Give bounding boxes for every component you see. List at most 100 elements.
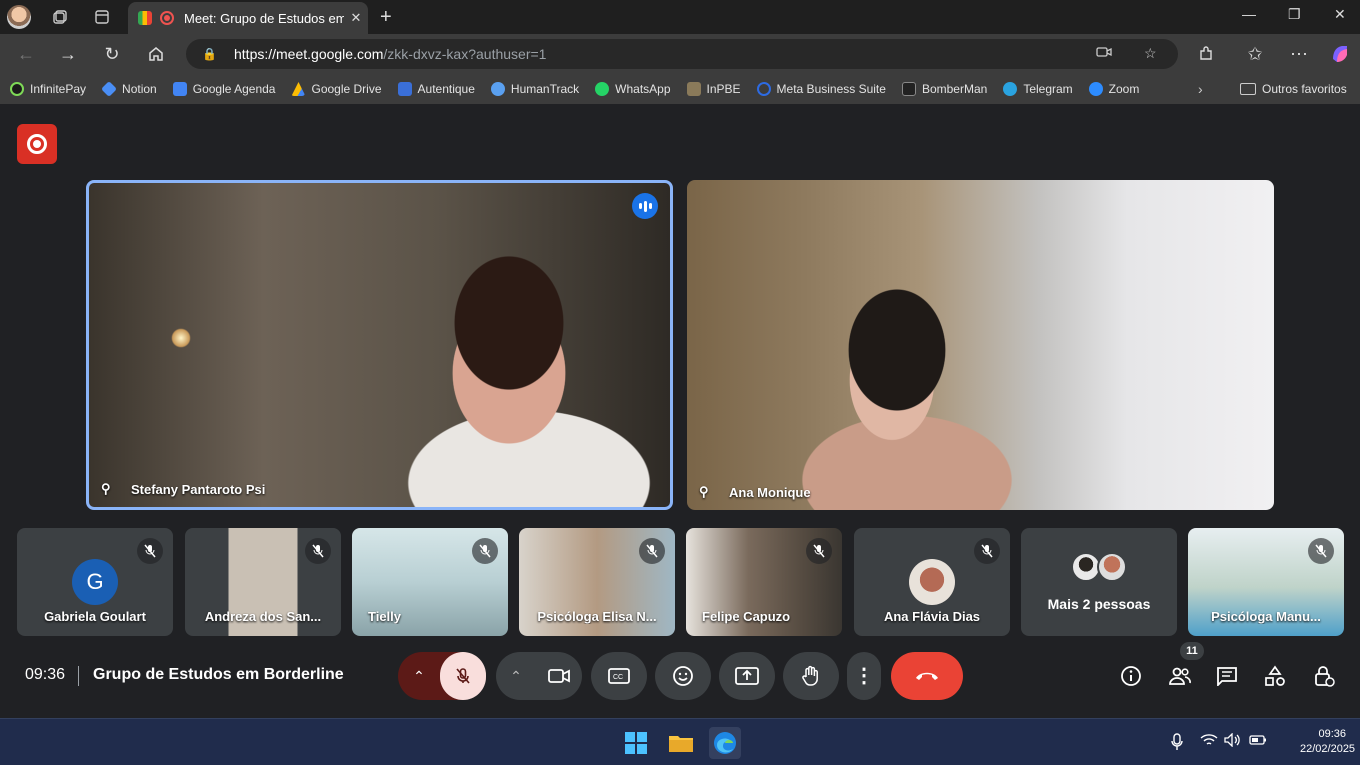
participant-name: Psicóloga Manu...: [1211, 609, 1321, 624]
zoom-icon: [1088, 82, 1103, 96]
participant-count-badge: 11: [1180, 642, 1204, 660]
avatar: [909, 559, 955, 605]
more-menu-icon[interactable]: ⋯: [1287, 42, 1311, 66]
bookmark-zoom[interactable]: Zoom: [1088, 82, 1139, 96]
participant-name: Stefany Pantaroto Psi: [131, 481, 266, 497]
clock-time: 09:36: [1318, 728, 1346, 740]
favorite-star-icon[interactable]: ☆: [1144, 45, 1157, 62]
autentique-icon: [397, 82, 412, 96]
close-window-icon[interactable]: ✕: [1334, 6, 1346, 23]
activities-icon[interactable]: [1263, 664, 1287, 688]
whatsapp-icon: [595, 82, 610, 96]
close-tab-icon[interactable]: ✕: [344, 10, 368, 26]
camera-permission-icon[interactable]: [1096, 45, 1112, 62]
camera-toggle-button[interactable]: [536, 668, 582, 684]
participant-name-tag: ⚲ Stefany Pantaroto Psi: [101, 481, 265, 497]
new-tab-icon[interactable]: +: [380, 6, 392, 29]
video-options-chevron-icon[interactable]: ⌃: [496, 668, 536, 685]
file-explorer-icon[interactable]: [665, 727, 697, 759]
participant-tile[interactable]: G Gabriela Goulart: [17, 528, 173, 636]
volume-icon[interactable]: [1224, 732, 1242, 750]
reactions-button[interactable]: [655, 652, 711, 700]
bookmarks-bar: InfinitePay Notion Google Agenda Google …: [0, 74, 1360, 104]
recording-badge[interactable]: [17, 124, 57, 164]
participant-tile[interactable]: Felipe Capuzo: [686, 528, 842, 636]
chat-icon[interactable]: [1215, 664, 1239, 688]
people-icon[interactable]: [1168, 664, 1192, 688]
system-clock[interactable]: 09:36 22/02/2025: [1300, 727, 1355, 757]
participant-tile-main[interactable]: ⚲ Stefany Pantaroto Psi: [86, 180, 673, 510]
workspaces-icon[interactable]: [50, 7, 70, 27]
mic-toggle-button[interactable]: [440, 652, 486, 700]
home-icon[interactable]: [144, 42, 168, 66]
pin-icon[interactable]: ⚲: [699, 484, 713, 500]
participant-name: Ana Monique: [729, 484, 811, 500]
participant-tile[interactable]: Ana Flávia Dias: [854, 528, 1010, 636]
raise-hand-button[interactable]: [783, 652, 839, 700]
microphone-control: ⌃: [398, 652, 486, 700]
edge-browser-icon[interactable]: [709, 727, 741, 759]
microphone-tray-icon[interactable]: [1170, 733, 1184, 754]
participant-tile[interactable]: Psicóloga Elisa N...: [519, 528, 675, 636]
extensions-icon[interactable]: [1194, 42, 1218, 66]
more-participants-label: Mais 2 pessoas: [1047, 596, 1151, 612]
bookmark-telegram[interactable]: Telegram: [1003, 82, 1073, 96]
restore-icon[interactable]: ❐: [1288, 6, 1301, 23]
favorites-icon[interactable]: ✩: [1243, 42, 1267, 66]
mic-off-icon: [456, 668, 470, 684]
participant-tile[interactable]: Andreza dos San...: [185, 528, 341, 636]
reload-icon[interactable]: ↻: [100, 42, 124, 66]
humantrack-icon: [490, 82, 505, 96]
profile-avatar[interactable]: [7, 5, 31, 29]
camera-icon: [548, 669, 570, 683]
bookmark-infinitepay[interactable]: InfinitePay: [10, 82, 86, 96]
pin-icon[interactable]: ⚲: [101, 481, 115, 497]
meet-favicon-icon: [138, 11, 152, 25]
bookmark-bomberman[interactable]: BomberMan: [901, 82, 987, 96]
url-field[interactable]: 🔒 https://meet.google.com/zkk-dxvz-kax?a…: [186, 39, 1178, 69]
windows-taskbar: 09:36 22/02/2025: [0, 718, 1360, 765]
meeting-clock: 09:36: [25, 666, 66, 683]
participant-name: Tielly: [368, 609, 402, 624]
bookmark-google-agenda[interactable]: Google Agenda: [172, 82, 275, 96]
tab-meet[interactable]: Meet: Grupo de Estudos em ✕: [128, 2, 368, 34]
start-button[interactable]: [620, 727, 652, 759]
present-button[interactable]: [719, 652, 775, 700]
bookmark-inpbe[interactable]: InPBE: [686, 82, 741, 96]
forward-icon[interactable]: →: [56, 42, 80, 66]
participant-tile[interactable]: Psicóloga Manu...: [1188, 528, 1344, 636]
captions-button[interactable]: CC: [591, 652, 647, 700]
site-info-icon[interactable]: 🔒: [202, 47, 218, 61]
url-host: https://meet.google.com: [234, 46, 384, 62]
copilot-icon[interactable]: [1328, 42, 1352, 66]
vertical-tabs-icon[interactable]: [92, 7, 112, 27]
meeting-details-icon[interactable]: [1119, 664, 1143, 688]
wifi-icon[interactable]: [1200, 733, 1218, 750]
bookmark-meta-business-suite[interactable]: Meta Business Suite: [756, 82, 886, 96]
leave-call-button[interactable]: [891, 652, 963, 700]
battery-icon[interactable]: [1249, 733, 1267, 749]
back-icon[interactable]: ←: [14, 42, 38, 66]
bookmark-autentique[interactable]: Autentique: [397, 82, 475, 96]
participant-tile[interactable]: Tielly: [352, 528, 508, 636]
more-participants-tile[interactable]: Mais 2 pessoas: [1021, 528, 1177, 636]
captions-icon: CC: [608, 668, 630, 684]
notion-icon: [101, 81, 117, 97]
bookmark-humantrack[interactable]: HumanTrack: [490, 82, 579, 96]
participant-tile-main[interactable]: ⚲ Ana Monique: [687, 180, 1274, 510]
host-controls-icon[interactable]: [1312, 664, 1336, 688]
bookmark-whatsapp[interactable]: WhatsApp: [595, 82, 671, 96]
bookmark-folder-outros[interactable]: Outros favoritos: [1240, 82, 1347, 96]
address-toolbar: ← → ↻ 🔒 https://meet.google.com/zkk-dxvz…: [0, 34, 1360, 74]
present-screen-icon: [735, 667, 759, 685]
audio-options-chevron-icon[interactable]: ⌃: [398, 668, 440, 685]
tab-title: Meet: Grupo de Estudos em: [184, 10, 344, 26]
bookmark-google-drive[interactable]: Google Drive: [291, 82, 382, 96]
minimize-icon[interactable]: ―: [1242, 6, 1256, 22]
bookmarks-overflow-icon[interactable]: ›: [1198, 81, 1203, 97]
more-options-button[interactable]: ⋮: [847, 652, 881, 700]
folder-icon: [1240, 83, 1256, 95]
bookmark-notion[interactable]: Notion: [101, 81, 157, 97]
telegram-icon: [1003, 82, 1018, 96]
muted-mic-icon: [974, 538, 1000, 564]
